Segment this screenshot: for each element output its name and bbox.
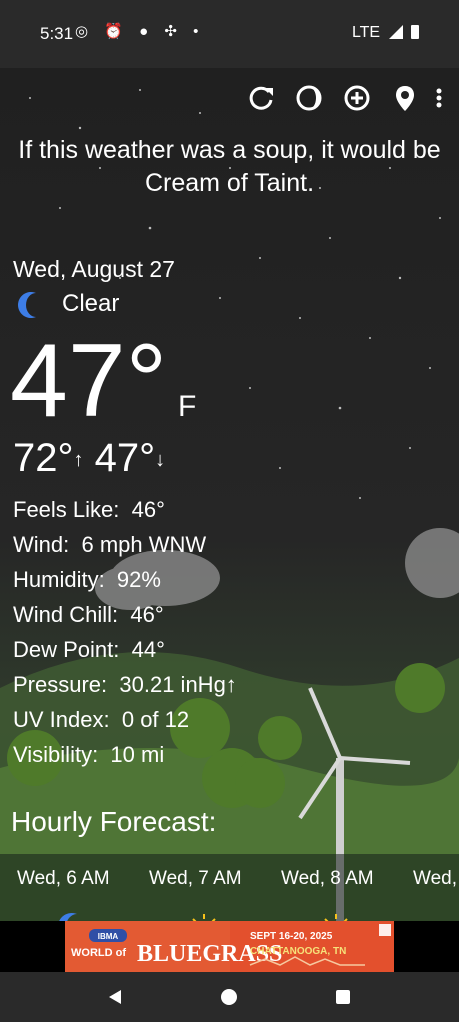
- current-temperature: 47°: [10, 323, 168, 439]
- up-arrow-icon: ↑: [73, 448, 84, 471]
- hourly-title: Hourly Forecast:: [11, 806, 217, 837]
- network-label: LTE: [351, 24, 381, 41]
- hour-label: Wed, 6 AM: [17, 868, 110, 889]
- toolbar: [245, 82, 445, 114]
- status-bar: 5:31 ◎ ⏰ ● ✣ • LTE: [0, 0, 459, 68]
- detail-row: Feels Like: 46°: [13, 497, 165, 522]
- detail-row: Pressure: 30.21 inHg↑: [13, 672, 237, 697]
- weather-main: If this weather was a soup, it would be …: [0, 68, 459, 921]
- navigation-bar: [0, 972, 459, 1022]
- high-temp: 72°: [13, 436, 74, 480]
- ad-bar: IBMA WORLD of BLUEGRASS SEPT 16-20, 2025…: [0, 921, 459, 972]
- signal-icon: [388, 25, 403, 39]
- detail-row: Wind Chill: 46°: [13, 602, 164, 627]
- ad-banner[interactable]: IBMA WORLD of BLUEGRASS SEPT 16-20, 2025…: [65, 921, 394, 972]
- recents-icon[interactable]: [335, 989, 351, 1005]
- moon-icon: [18, 292, 36, 318]
- hourly-item[interactable]: Wed,: [413, 868, 459, 890]
- more-icon[interactable]: [433, 82, 445, 114]
- location-pin-icon[interactable]: [389, 82, 421, 114]
- status-time: 5:31: [40, 24, 74, 43]
- ad-choices-icon[interactable]: [379, 924, 391, 936]
- moon-icon: [59, 913, 77, 921]
- hourly-item[interactable]: Wed, 6 AM: [17, 868, 137, 921]
- status-right: LTE: [352, 24, 419, 42]
- ad-brand-top: IBMA: [98, 932, 119, 941]
- hour-label: Wed,: [413, 868, 458, 889]
- weather-quote: If this weather was a soup, it would be …: [18, 136, 441, 197]
- notification-icons: ◎ ⏰ ● ✣ •: [75, 23, 205, 40]
- ad-brand-bottom: WORLD of: [71, 947, 126, 959]
- sun-icon: [324, 914, 348, 921]
- sun-icon: [192, 914, 216, 921]
- home-icon[interactable]: [220, 988, 238, 1006]
- current-date: Wed, August 27: [13, 256, 175, 282]
- ad-dates: SEPT 16-20, 2025: [250, 931, 333, 942]
- detail-row: Dew Point: 44°: [13, 637, 165, 662]
- detail-row: Wind: 6 mph WNW: [13, 532, 207, 557]
- high-low: 72°↑ 47°↓: [13, 436, 165, 481]
- back-icon[interactable]: [107, 989, 123, 1005]
- condition-label: Clear: [62, 290, 120, 317]
- hour-label: Wed, 7 AM: [149, 868, 242, 889]
- moon-phase-icon[interactable]: [293, 82, 325, 114]
- detail-row: UV Index: 0 of 12: [13, 707, 190, 732]
- hourly-forecast-strip[interactable]: Wed, 6 AM Wed, 7 AM Wed, 8 AM Wed,: [0, 854, 459, 921]
- detail-row: Humidity: 92%: [13, 567, 161, 592]
- hourly-item[interactable]: Wed, 8 AM: [281, 868, 401, 921]
- weather-details: Feels Like: 46° Wind: 6 mph WNW Humidity…: [13, 492, 237, 772]
- hourly-item[interactable]: Wed, 7 AM: [149, 868, 269, 921]
- low-temp: 47°: [94, 436, 156, 480]
- ad-city: CHATTANOOGA, TN: [250, 946, 346, 957]
- detail-row: Visibility: 10 mi: [13, 742, 165, 767]
- hour-label: Wed, 8 AM: [281, 868, 374, 889]
- refresh-icon[interactable]: [245, 82, 277, 114]
- add-location-icon[interactable]: [341, 82, 373, 114]
- down-arrow-icon: ↓: [155, 448, 166, 471]
- battery-icon: [411, 25, 419, 39]
- temperature-unit: F: [178, 390, 197, 423]
